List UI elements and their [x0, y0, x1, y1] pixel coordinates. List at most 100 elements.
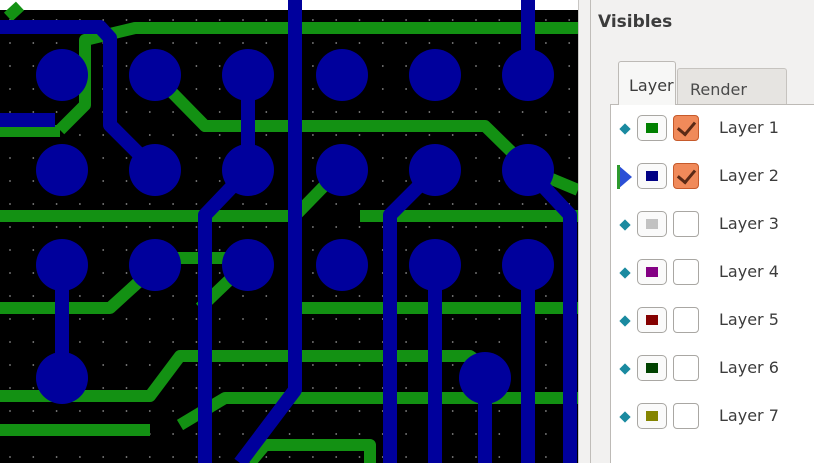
- layer-row-3[interactable]: Layer 3: [611, 201, 814, 249]
- layer-visibility-checkbox[interactable]: [673, 259, 699, 285]
- pad[interactable]: [502, 239, 554, 291]
- grid-dot: [568, 134, 571, 136]
- grid-dot: [9, 203, 11, 205]
- grid-dot: [125, 272, 128, 274]
- grid-dot: [102, 295, 105, 297]
- grid-dot: [79, 134, 81, 136]
- grid-dot: [55, 410, 58, 412]
- pad[interactable]: [129, 239, 181, 291]
- grid-dot: [102, 341, 105, 343]
- pad[interactable]: [129, 144, 181, 196]
- pcb-board[interactable]: [0, 0, 578, 463]
- tab-layer[interactable]: Layer: [618, 61, 676, 105]
- layer-color-button[interactable]: [637, 115, 667, 141]
- grid-dot: [125, 42, 128, 44]
- pad[interactable]: [316, 239, 368, 291]
- grid-dot: [265, 42, 268, 44]
- grid-dot: [498, 19, 501, 21]
- grid-dot: [148, 203, 151, 205]
- grid-dot: [405, 42, 407, 44]
- grid-dot: [172, 111, 175, 113]
- pad[interactable]: [129, 49, 181, 101]
- grid-dot: [568, 111, 571, 113]
- pad[interactable]: [222, 144, 274, 196]
- layer-row-2[interactable]: Layer 2: [611, 153, 814, 201]
- pad[interactable]: [36, 239, 88, 291]
- pcb-canvas[interactable]: [0, 0, 590, 463]
- grid-dot: [265, 410, 268, 412]
- layer-color-button[interactable]: [637, 163, 667, 189]
- grid-dot: [335, 203, 338, 205]
- layer-row-7[interactable]: Layer 7: [611, 393, 814, 441]
- grid-dot: [545, 410, 547, 412]
- grid-dot: [242, 295, 244, 297]
- layer-name: Layer 6: [719, 358, 779, 377]
- grid-dot: [172, 318, 175, 320]
- grid-dot: [312, 410, 314, 412]
- pad[interactable]: [316, 144, 368, 196]
- pad[interactable]: [36, 49, 88, 101]
- grid-dot: [312, 318, 314, 320]
- grid-dot: [32, 318, 35, 320]
- pad[interactable]: [222, 239, 274, 291]
- grid-dot: [451, 318, 454, 320]
- grid-dot: [172, 295, 175, 297]
- grid-dot: [405, 226, 407, 228]
- grid-dot: [451, 387, 454, 389]
- grid-dot: [79, 318, 81, 320]
- pad[interactable]: [502, 49, 554, 101]
- layer-color-button[interactable]: [637, 403, 667, 429]
- grid-dot: [312, 249, 314, 251]
- grid-dot: [9, 180, 11, 182]
- layer-row-5[interactable]: Layer 5: [611, 297, 814, 345]
- grid-dot: [195, 295, 198, 297]
- grid-dot: [242, 42, 244, 44]
- grid-dot: [32, 180, 35, 182]
- grid-dot: [79, 203, 81, 205]
- grid-dot: [102, 318, 105, 320]
- layer-color-button[interactable]: [637, 259, 667, 285]
- grid-dot: [428, 111, 431, 113]
- layer-color-swatch: [646, 267, 658, 277]
- pad[interactable]: [36, 352, 88, 404]
- grid-dot: [148, 410, 151, 412]
- pad[interactable]: [409, 239, 461, 291]
- layer-row-4[interactable]: Layer 4: [611, 249, 814, 297]
- layer-name: Layer 3: [719, 214, 779, 233]
- grid-dot: [568, 157, 571, 159]
- layer-color-button[interactable]: [637, 355, 667, 381]
- grid-dot: [358, 456, 361, 458]
- pad[interactable]: [502, 144, 554, 196]
- grid-dot: [358, 433, 361, 435]
- layer-visibility-checkbox[interactable]: [673, 163, 699, 189]
- layer-visibility-checkbox[interactable]: [673, 211, 699, 237]
- tab-render[interactable]: Render: [677, 68, 787, 105]
- layer-row-6[interactable]: Layer 6: [611, 345, 814, 393]
- layer-visibility-checkbox[interactable]: [673, 355, 699, 381]
- grid-dot: [125, 203, 128, 205]
- grid-dot: [148, 19, 151, 21]
- grid-dot: [312, 111, 314, 113]
- layer-color-button[interactable]: [637, 211, 667, 237]
- layer-visibility-checkbox[interactable]: [673, 307, 699, 333]
- layer-row-1[interactable]: Layer 1: [611, 105, 814, 153]
- grid-dot: [451, 42, 454, 44]
- layer-color-swatch: [646, 123, 658, 133]
- pad[interactable]: [36, 144, 88, 196]
- grid-dot: [358, 341, 361, 343]
- grid-dot: [545, 111, 547, 113]
- pad[interactable]: [409, 49, 461, 101]
- pad[interactable]: [222, 49, 274, 101]
- pad[interactable]: [316, 49, 368, 101]
- pad[interactable]: [409, 144, 461, 196]
- pad[interactable]: [459, 352, 511, 404]
- grid-dot: [148, 456, 151, 458]
- layer-visibility-checkbox[interactable]: [673, 115, 699, 141]
- layer-visibility-checkbox[interactable]: [673, 403, 699, 429]
- layer-name: Layer 5: [719, 310, 779, 329]
- grid-dot: [498, 249, 501, 251]
- grid-dot: [195, 364, 198, 366]
- layer-color-button[interactable]: [637, 307, 667, 333]
- grid-dot: [102, 249, 105, 251]
- grid-dot: [312, 65, 314, 67]
